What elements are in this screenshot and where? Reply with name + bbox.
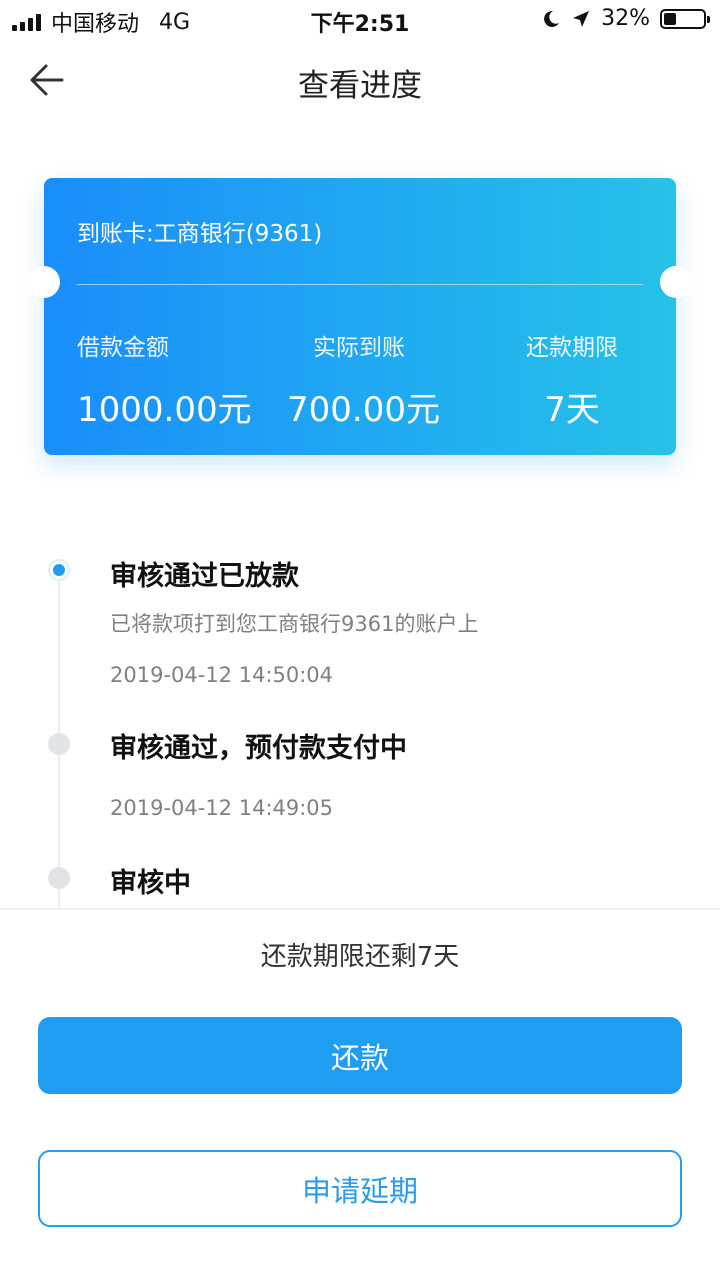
timeline-desc: 已将款项打到您工商银行9361的账户上 <box>110 612 479 636</box>
card-notch-left <box>28 266 60 298</box>
card-divider <box>77 284 643 285</box>
actual-received-label: 实际到账 <box>313 335 405 361</box>
timeline-time: 2019-04-12 14:49:05 <box>110 796 334 820</box>
actual-received-column: 实际到账 700.00元 <box>287 328 440 431</box>
battery-icon <box>660 8 710 29</box>
progress-timeline: 审核通过已放款 已将款项打到您工商银行9361的账户上 2019-04-12 1… <box>0 540 720 910</box>
timeline-dot-active-icon <box>48 559 70 581</box>
loan-card: 到账卡:工商银行(9361) 借款金额 1000.00元 实际到账 700.00… <box>28 178 692 455</box>
timeline-title: 审核通过已放款 <box>110 561 299 592</box>
nav-bar: 查看进度 <box>0 40 720 124</box>
loan-amount-label: 借款金额 <box>77 335 169 361</box>
actual-received-value: 700.00元 <box>287 390 440 430</box>
page-title: 查看进度 <box>298 68 422 104</box>
remaining-days-text: 还款期限还剩7天 <box>260 942 460 972</box>
timeline-dot-icon <box>48 733 70 755</box>
account-label: 到账卡:工商银行(9361) <box>77 221 323 247</box>
status-bar: 中国移动 4G 下午2:51 32% <box>0 0 720 40</box>
timeline-dot-icon <box>48 867 70 889</box>
apply-extension-button[interactable]: 申请延期 <box>38 1150 682 1227</box>
loan-amount-column: 借款金额 1000.00元 <box>77 328 252 431</box>
bottom-action-panel: 还款期限还剩7天 还款 申请延期 <box>0 908 720 1280</box>
repay-button[interactable]: 还款 <box>38 1017 682 1094</box>
timeline-title: 审核中 <box>110 868 191 899</box>
repay-term-label: 还款期限 <box>526 335 618 361</box>
loan-card-body: 到账卡:工商银行(9361) 借款金额 1000.00元 实际到账 700.00… <box>44 178 676 455</box>
loan-amount-value: 1000.00元 <box>77 390 252 430</box>
timeline-time: 2019-04-12 14:50:04 <box>110 663 334 687</box>
battery-fill <box>664 12 677 25</box>
card-notch-right <box>660 266 692 298</box>
moon-icon <box>544 10 560 27</box>
battery-percent: 32% <box>601 6 650 31</box>
repay-term-column: 还款期限 7天 <box>512 328 632 431</box>
repay-term-value: 7天 <box>544 390 600 430</box>
status-right: 32% <box>541 6 710 31</box>
location-arrow-icon <box>573 10 590 27</box>
timeline-title: 审核通过，预付款支付中 <box>110 733 407 764</box>
